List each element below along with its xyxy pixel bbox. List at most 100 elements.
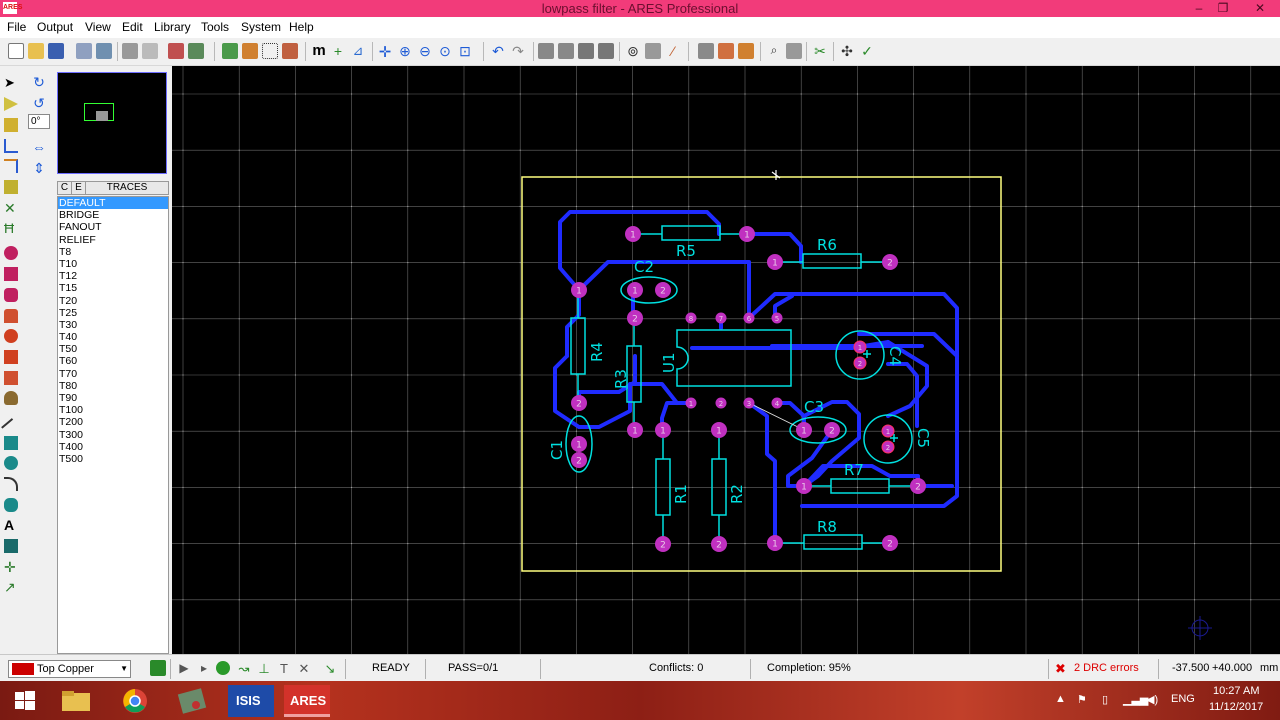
drc-check-icon[interactable]: ✓ <box>859 43 875 59</box>
chrome-icon[interactable] <box>112 685 158 717</box>
trace-item[interactable]: T400 <box>58 441 168 453</box>
copy-icon[interactable] <box>558 43 574 59</box>
autoplace-icon[interactable] <box>718 43 734 59</box>
track-icon[interactable] <box>4 139 18 153</box>
windows-start-icon[interactable] <box>2 685 48 717</box>
isis-taskbar-button[interactable]: ISIS <box>228 685 274 717</box>
route-icon[interactable]: ↝ <box>236 661 252 677</box>
netlist-icon[interactable]: ✂ <box>812 43 828 59</box>
play-icon[interactable]: ▶ <box>176 661 192 677</box>
trace-item[interactable]: T12 <box>58 270 168 282</box>
trace-item[interactable]: T200 <box>58 416 168 428</box>
trace-item[interactable]: T25 <box>58 307 168 319</box>
zoom-area-icon[interactable]: ⊡ <box>457 43 473 59</box>
align-icon[interactable]: ⊥ <box>256 661 272 677</box>
zoom-all-icon[interactable]: ⊙ <box>437 43 453 59</box>
drc-error-icon[interactable]: ✖ <box>1055 662 1068 675</box>
dil-pad-icon[interactable] <box>4 288 18 302</box>
menu-view[interactable]: View <box>85 20 111 34</box>
trace-style-list[interactable]: DEFAULT BRIDGE FANOUT RELIEF T8 T10 T12 … <box>57 196 169 654</box>
print-area-icon[interactable] <box>142 43 158 59</box>
symbol-icon[interactable] <box>4 539 18 553</box>
menu-file[interactable]: File <box>7 20 26 34</box>
package-mode-icon[interactable] <box>4 118 18 132</box>
clock-date[interactable]: 11/12/2017 <box>1209 701 1263 713</box>
paste-icon[interactable] <box>578 43 594 59</box>
import-icon[interactable] <box>76 43 92 59</box>
block-icon[interactable] <box>598 43 614 59</box>
round-pad-icon[interactable] <box>4 246 18 260</box>
drc-errors-link[interactable]: 2 DRC errors <box>1074 662 1139 674</box>
pan-icon[interactable]: ✛ <box>377 43 393 61</box>
trace-item[interactable]: BRIDGE <box>58 209 168 221</box>
circle-icon[interactable] <box>4 456 18 470</box>
trace-item[interactable]: T40 <box>58 331 168 343</box>
ares-taskbar-button[interactable]: ARES <box>284 685 330 717</box>
export-icon[interactable] <box>96 43 112 59</box>
trace-item[interactable]: T100 <box>58 404 168 416</box>
mark-output-icon[interactable] <box>168 43 184 59</box>
smt-pad-icon[interactable] <box>4 371 18 385</box>
component-tab[interactable]: C <box>58 182 72 194</box>
trace-item[interactable]: T500 <box>58 453 168 465</box>
overview-window[interactable] <box>57 72 167 174</box>
network-icon[interactable]: ▁▃▅ <box>1123 693 1148 706</box>
step-icon[interactable]: ▸ <box>196 661 212 677</box>
tray-overflow-icon[interactable]: ▲ <box>1055 693 1066 705</box>
maximize-button[interactable]: ❐ <box>1210 0 1236 17</box>
smt-round-pad-icon[interactable] <box>4 329 18 343</box>
minimize-button[interactable]: – <box>1186 0 1212 17</box>
edit-tab[interactable]: E <box>72 182 86 194</box>
gerber-icon[interactable] <box>188 43 204 59</box>
component-icon[interactable] <box>4 97 18 111</box>
input-language[interactable]: ENG <box>1171 693 1195 705</box>
layer-selector[interactable]: Top Copper ▼ <box>8 660 131 678</box>
rotate-clockwise-icon[interactable]: ↻ <box>32 75 46 89</box>
trace-item[interactable]: T50 <box>58 343 168 355</box>
layers-stack-icon[interactable] <box>150 660 166 676</box>
net-icon[interactable]: ✕ <box>296 661 312 677</box>
undo-icon[interactable]: ↶ <box>490 43 506 59</box>
trace-item[interactable]: FANOUT <box>58 221 168 233</box>
redo-icon[interactable]: ↷ <box>510 43 526 59</box>
menu-output[interactable]: Output <box>37 20 73 34</box>
trace-item[interactable]: T20 <box>58 295 168 307</box>
line-icon[interactable] <box>1 418 21 438</box>
decompose-icon[interactable]: ⁄ <box>665 43 681 59</box>
refresh-icon[interactable] <box>222 43 238 59</box>
select-arrow-icon[interactable]: ➤ <box>4 76 18 90</box>
pad-stack-icon[interactable] <box>4 391 18 405</box>
clock-time[interactable]: 10:27 AM <box>1213 685 1259 697</box>
ratsnest-icon[interactable]: ✣ <box>839 43 855 59</box>
grid-icon[interactable] <box>262 43 278 59</box>
smt-square-pad-icon[interactable] <box>4 350 18 364</box>
trace-item-default[interactable]: DEFAULT <box>58 197 168 210</box>
autoroute-icon[interactable] <box>738 43 754 59</box>
metric-toggle-icon[interactable]: m <box>311 43 327 59</box>
trace-item[interactable]: RELIEF <box>58 234 168 246</box>
trace-item[interactable]: T70 <box>58 368 168 380</box>
trace-item[interactable]: T90 <box>58 392 168 404</box>
zoom-out-icon[interactable]: ⊖ <box>417 43 433 59</box>
menu-system[interactable]: System <box>241 20 281 34</box>
layers-icon[interactable] <box>282 43 298 59</box>
fix-icon[interactable]: T <box>276 661 292 677</box>
close-button[interactable]: ✕ <box>1240 0 1280 17</box>
volume-icon[interactable]: ◀) <box>1146 693 1158 706</box>
trace-item[interactable]: T30 <box>58 319 168 331</box>
library-pick-icon[interactable]: ⊚ <box>625 43 641 59</box>
via-route-icon[interactable] <box>4 159 18 173</box>
arc-icon[interactable] <box>4 477 18 491</box>
zone-icon[interactable] <box>4 180 18 194</box>
trace-item[interactable]: T300 <box>58 429 168 441</box>
app-launcher-icon[interactable] <box>170 685 216 717</box>
print-icon[interactable] <box>122 43 138 59</box>
polar-icon[interactable]: ⊿ <box>350 43 366 59</box>
path-icon[interactable] <box>4 498 18 512</box>
board-edge[interactable] <box>521 176 1002 572</box>
text-icon[interactable]: A <box>4 518 18 532</box>
mirror-vertical-icon[interactable]: ⇕ <box>32 161 46 175</box>
trace-item[interactable]: T8 <box>58 246 168 258</box>
rotate-anticlockwise-icon[interactable]: ↺ <box>32 96 46 110</box>
rotation-angle-input[interactable]: 0° <box>28 114 50 129</box>
